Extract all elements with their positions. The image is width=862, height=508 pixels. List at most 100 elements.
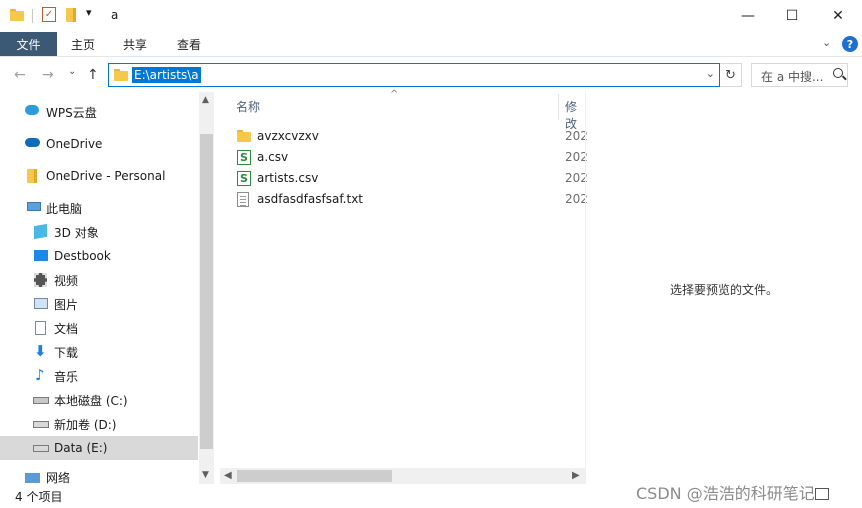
sidebar-item-desktop[interactable]: Destbook [0,244,198,268]
file-name: a.csv [257,150,289,164]
search-icon [833,68,843,78]
sidebar-item-label: 此电脑 [46,201,83,216]
close-button[interactable]: ✕ [815,0,861,31]
up-button[interactable]: ↑ [87,67,99,83]
sidebar-item-drive-e[interactable]: Data (E:) [0,436,198,460]
sidebar-item-label: Destbook [54,249,111,263]
computer-icon [27,202,41,211]
divider [32,9,33,23]
sidebar-item-label: 视频 [54,273,79,288]
new-folder-icon[interactable] [66,8,76,24]
network-icon [25,473,40,483]
drive-icon [33,421,49,428]
preview-pane: 选择要预览的文件。 [586,92,862,484]
csv-file-icon: S [237,150,251,165]
sidebar-item-label: WPS云盘 [46,105,97,120]
minimize-button[interactable]: — [725,0,771,31]
documents-icon [35,321,46,335]
sidebar-item-label: 下载 [54,345,79,360]
scroll-right-icon[interactable]: ▶ [572,470,580,481]
navigation-bar: ← → ⌄ ↑ E:\artists\a ⌄ ↻ 在 a 中搜... [0,58,862,92]
sidebar-item-label: OneDrive - Personal [46,169,166,183]
file-row[interactable]: S a.csv 202 [234,147,588,168]
tab-share[interactable]: 共享 [123,32,147,56]
scroll-down-icon[interactable]: ▼ [202,470,209,480]
file-row[interactable]: S artists.csv 202 [234,168,588,189]
customize-toolbar-icon[interactable]: ▾ [86,6,92,22]
ribbon: 文件 主页 共享 查看 ⌄ ? [0,31,862,57]
chevron-down-icon[interactable]: ⌄ [706,67,715,80]
music-icon: ♪ [35,366,45,384]
scroll-up-icon[interactable]: ▲ [202,95,209,105]
back-button[interactable]: ← [14,67,26,83]
file-name: artists.csv [257,171,319,185]
sidebar-item-label: OneDrive [46,137,103,151]
sidebar-item-drive-c[interactable]: 本地磁盘 (C:) [0,388,198,412]
sidebar-item-label: 图片 [54,297,79,312]
folder-icon [114,69,128,81]
desktop-icon [34,250,48,261]
preview-message: 选择要预览的文件。 [670,283,779,297]
file-list-scrollbar[interactable]: ◀ ▶ [220,468,586,484]
file-row[interactable]: asdfasdfasfsaf.txt 202 [234,189,588,210]
pictures-icon [34,298,48,309]
sidebar-item-label: 本地磁盘 (C:) [54,393,128,408]
file-list: ^ 名称 修改 avzxcvzxv 202 S a.csv 202 S arti… [214,89,588,484]
sidebar-item-music[interactable]: ♪ 音乐 [0,364,198,388]
sort-ascending-icon: ^ [390,89,399,100]
details-view-icon[interactable] [815,488,829,500]
scroll-left-icon[interactable]: ◀ [224,470,232,481]
properties-icon[interactable]: ✓ [42,7,56,22]
download-icon: ⬇ [34,342,47,360]
sidebar-item-label: 3D 对象 [54,225,99,240]
title-bar: ✓ ▾ a — ☐ ✕ [0,0,862,31]
drive-icon [33,445,49,452]
sidebar-item-label: 音乐 [54,369,79,384]
sidebar-item-wps-cloud[interactable]: WPS云盘 [0,100,198,124]
sidebar-item-label: Data (E:) [54,441,108,455]
scrollbar-thumb[interactable] [237,470,392,482]
item-count: 4 个项目 [15,490,63,504]
search-input[interactable]: 在 a 中搜... [751,63,848,87]
sidebar-item-3d-objects[interactable]: 3D 对象 [0,220,198,244]
sidebar-item-onedrive[interactable]: OneDrive [0,132,198,156]
tab-home[interactable]: 主页 [71,32,95,56]
recent-locations-button[interactable]: ⌄ [68,66,76,77]
sidebar-item-downloads[interactable]: ⬇ 下载 [0,340,198,364]
navigation-pane: WPS云盘 OneDrive OneDrive - Personal 此电脑 3… [0,92,214,484]
csv-file-icon: S [237,171,251,186]
cloud-icon [25,105,39,115]
window-title: a [111,8,119,22]
maximize-button[interactable]: ☐ [769,0,815,31]
column-header-name[interactable]: 名称 [236,98,260,115]
refresh-button[interactable]: ↻ [720,63,742,87]
sidebar-item-pictures[interactable]: 图片 [0,292,198,316]
file-name: avzxcvzxv [257,129,319,143]
help-icon[interactable]: ? [842,36,858,52]
address-bar[interactable]: E:\artists\a ⌄ [108,63,720,87]
sidebar-item-drive-d[interactable]: 新加卷 (D:) [0,412,198,436]
onedrive-icon [25,138,40,147]
sidebar-item-documents[interactable]: 文档 [0,316,198,340]
file-name: asdfasdfasfsaf.txt [257,192,364,206]
sidebar-item-this-pc[interactable]: 此电脑 [0,196,198,220]
tab-view[interactable]: 查看 [177,32,201,56]
sidebar-item-label: 网络 [46,471,71,484]
sidebar-item-videos[interactable]: 视频 [0,268,198,292]
text-file-icon [237,192,249,207]
file-row[interactable]: avzxcvzxv 202 [234,126,588,147]
forward-button[interactable]: → [42,67,54,83]
address-path[interactable]: E:\artists\a [132,67,201,83]
expand-ribbon-icon[interactable]: ⌄ [822,36,831,49]
sidebar-item-label: 文档 [54,321,79,336]
watermark: CSDN @浩浩的科研笔记 [636,484,815,503]
tab-file[interactable]: 文件 [0,32,57,56]
sidebar-item-label: 新加卷 (D:) [54,417,117,432]
sidebar-item-network[interactable]: 网络 [0,468,198,484]
folder-icon [10,9,24,25]
scrollbar-thumb[interactable] [200,134,213,449]
drive-icon [33,397,49,404]
sidebar-item-onedrive-personal[interactable]: OneDrive - Personal [0,164,198,188]
sidebar-scrollbar[interactable]: ▲ ▼ [199,92,214,484]
column-divider[interactable] [558,94,559,120]
